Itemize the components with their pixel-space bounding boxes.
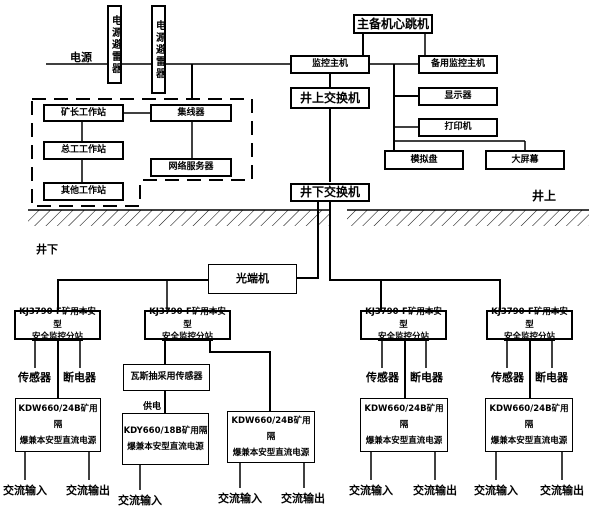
psu-type: 爆兼本安型直流电源	[127, 442, 204, 452]
other-workstation[interactable]: 其他工作站	[43, 182, 124, 201]
ac-input-label-2: 交流输入	[118, 494, 162, 507]
ac-input-label-5: 交流输入	[474, 484, 518, 497]
surface-switch[interactable]: 井上交换机	[290, 87, 370, 109]
station-model: KJ3790-F矿用本安型	[149, 306, 226, 330]
monitoring-substation-1[interactable]: KJ3790-F矿用本安型 安全监控分站	[14, 307, 101, 342]
display[interactable]: 显示器	[418, 87, 498, 106]
dc-power-supply-3[interactable]: KDW660/24B矿用隔 爆兼本安型直流电源	[227, 411, 315, 463]
surface-label: 井上	[532, 189, 557, 203]
big-screen[interactable]: 大屏幕	[485, 150, 565, 170]
hub[interactable]: 集线器	[150, 104, 232, 122]
underground-switch[interactable]: 井下交换机	[290, 183, 370, 202]
ac-output-label-4: 交流输出	[413, 484, 457, 497]
heartbeat-machine[interactable]: 主备机心跳机	[353, 14, 433, 34]
ac-output-label-5: 交流输出	[540, 484, 584, 497]
network-server[interactable]: 网络服务器	[150, 158, 232, 177]
dc-power-supply-2[interactable]: KDY660/18B矿用隔 爆兼本安型直流电源	[122, 413, 209, 465]
dc-power-supply-1[interactable]: KDW660/24B矿用隔 爆兼本安型直流电源	[15, 398, 101, 452]
simulator-panel[interactable]: 模拟盘	[384, 150, 464, 170]
ac-input-label-1: 交流输入	[3, 484, 47, 497]
psu-model: KDW660/24B矿用隔	[18, 403, 98, 430]
lightning-arrester-1[interactable]: 电源避雷器	[107, 5, 122, 84]
psu-type: 爆兼本安型直流电源	[490, 436, 568, 447]
backup-monitor-host[interactable]: 备用监控主机	[418, 55, 498, 74]
ac-input-label-3: 交流输入	[218, 492, 262, 505]
psu-model: KDW660/24B矿用隔	[489, 403, 569, 430]
monitoring-substation-4[interactable]: KJ3790-F矿用本安型 安全监控分站	[486, 307, 573, 342]
ac-output-label-3: 交流输出	[281, 492, 325, 505]
station-type: 安全监控分站	[31, 332, 83, 343]
mine-manager-workstation[interactable]: 矿长工作站	[43, 104, 124, 122]
breaker-label-4: 断电器	[535, 371, 568, 384]
sensor-label-1: 传感器	[18, 371, 51, 384]
optical-transceiver[interactable]: 光端机	[208, 264, 297, 294]
psu-model: KDY660/18B矿用隔	[123, 425, 208, 436]
station-type: 安全监控分站	[503, 332, 555, 343]
psu-model: KDW660/24B矿用隔	[364, 403, 444, 430]
station-model: KJ3790-F矿用本安型	[491, 306, 568, 330]
monitor-host[interactable]: 监控主机	[290, 55, 370, 74]
ac-output-label-1: 交流输出	[66, 484, 110, 497]
underground-label: 井下	[36, 243, 58, 256]
breaker-label-3: 断电器	[410, 371, 443, 384]
psu-model: KDW660/24B矿用隔	[231, 415, 311, 442]
gas-extraction-sensor[interactable]: 瓦斯抽采用传感器	[123, 364, 210, 391]
printer[interactable]: 打印机	[418, 118, 498, 137]
psu-type: 爆兼本安型直流电源	[19, 436, 97, 447]
monitoring-substation-2[interactable]: KJ3790-F矿用本安型 安全监控分站	[144, 307, 231, 342]
power-label: 电源	[70, 51, 92, 64]
psu-type: 爆兼本安型直流电源	[365, 436, 443, 447]
station-model: KJ3790-F矿用本安型	[19, 306, 96, 330]
lightning-arrester-2[interactable]: 电源避雷器	[151, 5, 166, 94]
dc-power-supply-5[interactable]: KDW660/24B矿用隔 爆兼本安型直流电源	[485, 398, 573, 452]
station-type: 安全监控分站	[377, 332, 429, 343]
ac-input-label-4: 交流输入	[349, 484, 393, 497]
station-type: 安全监控分站	[161, 332, 213, 343]
dc-power-supply-4[interactable]: KDW660/24B矿用隔 爆兼本安型直流电源	[360, 398, 448, 452]
chief-engineer-workstation[interactable]: 总工工作站	[43, 141, 124, 160]
breaker-label-1: 断电器	[63, 371, 96, 384]
sensor-label-4: 传感器	[491, 371, 524, 384]
psu-type: 爆兼本安型直流电源	[232, 448, 310, 459]
station-model: KJ3790-F矿用本安型	[365, 306, 442, 330]
power-supply-label: 供电	[143, 402, 162, 412]
sensor-label-3: 传感器	[366, 371, 399, 384]
monitoring-substation-3[interactable]: KJ3790-F矿用本安型 安全监控分站	[360, 307, 447, 342]
